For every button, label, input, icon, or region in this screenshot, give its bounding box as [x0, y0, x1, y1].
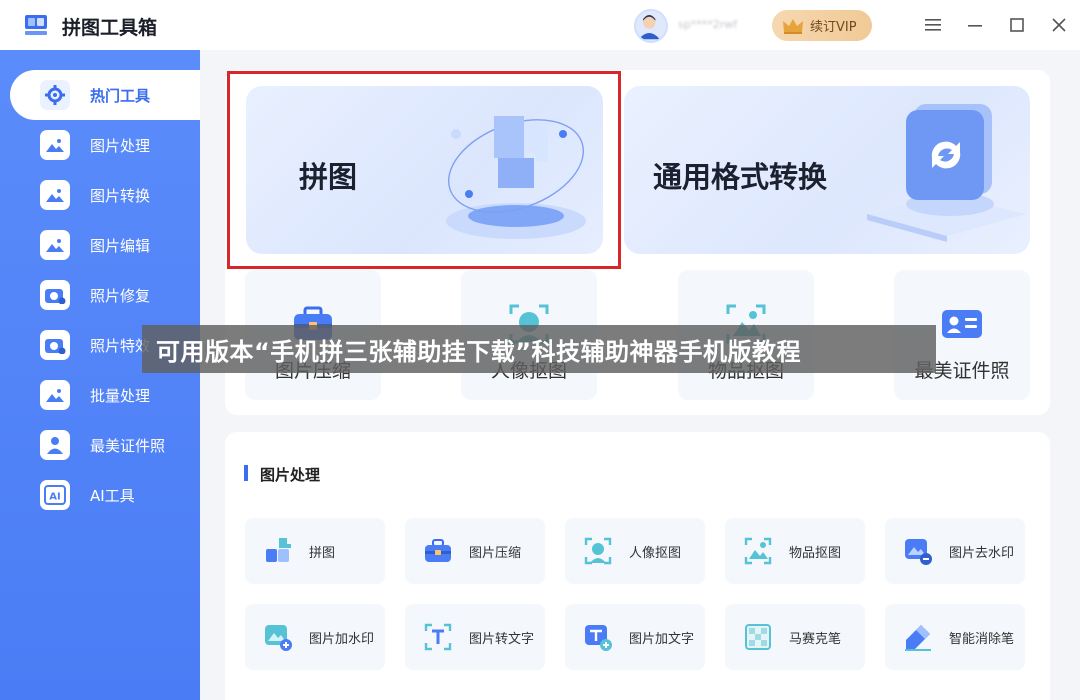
sidebar-item-photo-repair[interactable]: 照片修复 — [10, 270, 200, 320]
convert-3d-icon — [867, 104, 1027, 242]
sidebar-item-ai-tools[interactable]: AI AI工具 — [10, 470, 200, 520]
tool-object-cutout[interactable]: 物品抠图 — [725, 518, 865, 584]
maximize-icon — [1010, 18, 1024, 32]
image-to-text-icon — [424, 623, 452, 651]
sidebar-item-image-edit[interactable]: 图片编辑 — [10, 220, 200, 270]
tool-label: 图片加文字 — [629, 631, 695, 647]
photo-effect-icon — [40, 330, 70, 360]
add-text-icon — [585, 625, 612, 651]
section-title: 图片处理 — [260, 466, 321, 484]
sidebar-item-label: 照片修复 — [90, 286, 151, 305]
sidebar-item-id-photo[interactable]: 最美证件照 — [10, 420, 200, 470]
maximize-button[interactable] — [1006, 14, 1028, 36]
object-cutout-icon — [744, 537, 772, 565]
tool-label: 图片转文字 — [469, 631, 535, 647]
renew-vip-button[interactable]: 续订VIP — [772, 10, 872, 41]
menu-button[interactable] — [922, 14, 944, 36]
batch-process-icon — [40, 380, 70, 410]
user-name: sp****2rwf — [678, 18, 738, 31]
sidebar-item-label: 热门工具 — [90, 86, 151, 105]
close-icon — [1052, 18, 1066, 32]
sidebar-item-label: 照片特效 — [90, 336, 151, 355]
sidebar-item-image-process[interactable]: 图片处理 — [10, 120, 200, 170]
add-watermark-icon — [265, 625, 292, 651]
id-photo-icon — [40, 430, 70, 460]
sidebar: 热门工具 图片处理 图片转换 图片编辑 照片修复 照片特效 批量处理 最美证件照… — [0, 50, 200, 700]
tool-add-text[interactable]: 图片加文字 — [565, 604, 705, 670]
svg-text:AI: AI — [49, 492, 60, 503]
sidebar-item-label: AI工具 — [90, 486, 135, 505]
overlay-caption-text: 可用版本“手机拼三张辅助挂下载”科技辅助神器手机版教程 — [156, 337, 802, 366]
renew-vip-label: 续订VIP — [810, 20, 857, 35]
tool-label: 图片去水印 — [949, 545, 1015, 561]
tool-label: 物品抠图 — [789, 545, 842, 561]
sidebar-item-image-convert[interactable]: 图片转换 — [10, 170, 200, 220]
tool-label: 拼图 — [309, 545, 336, 561]
sidebar-item-label: 图片处理 — [90, 136, 151, 155]
id-card-icon — [942, 310, 982, 338]
app-logo-icon — [25, 15, 47, 35]
tool-label: 图片压缩 — [469, 545, 522, 561]
overlay-caption: 可用版本“手机拼三张辅助挂下载”科技辅助神器手机版教程 — [142, 325, 936, 373]
image-convert-icon — [40, 180, 70, 210]
image-edit-icon — [40, 230, 70, 260]
tool-compress[interactable]: 图片压缩 — [405, 518, 545, 584]
tool-label: 马赛克笔 — [789, 631, 842, 647]
remove-watermark-icon — [905, 539, 932, 565]
tool-add-watermark[interactable]: 图片加水印 — [245, 604, 385, 670]
sidebar-item-hot-tools[interactable]: 热门工具 — [10, 70, 200, 120]
format-convert-banner[interactable]: 通用格式转换 — [624, 86, 1030, 254]
tool-label: 图片加水印 — [309, 631, 375, 647]
format-convert-banner-title: 通用格式转换 — [653, 160, 828, 194]
smart-eraser-icon — [905, 625, 931, 651]
photo-repair-icon — [40, 280, 70, 310]
sidebar-item-label: 图片转换 — [90, 186, 151, 205]
close-button[interactable] — [1048, 14, 1070, 36]
user-avatar[interactable] — [634, 9, 668, 43]
gear-tools-icon — [40, 80, 70, 110]
sidebar-item-label: 最美证件照 — [90, 436, 166, 455]
tool-portrait-cutout[interactable]: 人像抠图 — [565, 518, 705, 584]
tool-image-to-text[interactable]: 图片转文字 — [405, 604, 545, 670]
sidebar-item-label: 图片编辑 — [90, 236, 151, 255]
section-accent-bar — [244, 465, 248, 481]
mosaic-brush-icon — [745, 624, 771, 650]
puzzle-banner-title: 拼图 — [299, 160, 358, 194]
tool-puzzle[interactable]: 拼图 — [245, 518, 385, 584]
toolbox-icon — [425, 539, 451, 562]
puzzle-banner[interactable]: 拼图 — [246, 86, 603, 254]
puzzle-3d-icon — [446, 116, 586, 239]
hamburger-icon — [925, 19, 941, 31]
sidebar-item-label: 批量处理 — [90, 386, 151, 405]
app-title: 拼图工具箱 — [62, 17, 158, 39]
tool-remove-watermark[interactable]: 图片去水印 — [885, 518, 1025, 584]
puzzle-icon — [266, 538, 291, 562]
tool-label: 智能消除笔 — [949, 631, 1015, 647]
tool-smart-eraser[interactable]: 智能消除笔 — [885, 604, 1025, 670]
minimize-icon — [968, 25, 982, 27]
crown-icon — [783, 18, 803, 34]
title-bar: 拼图工具箱 sp****2rwf 续订VIP — [0, 0, 1080, 50]
minimize-button[interactable] — [964, 14, 986, 36]
image-process-icon — [40, 130, 70, 160]
ai-icon: AI — [40, 480, 70, 510]
tool-label: 人像抠图 — [629, 545, 682, 561]
tool-mosaic-brush[interactable]: 马赛克笔 — [725, 604, 865, 670]
sidebar-item-batch-process[interactable]: 批量处理 — [10, 370, 200, 420]
portrait-cutout-icon — [584, 537, 612, 565]
avatar-icon — [638, 14, 660, 40]
